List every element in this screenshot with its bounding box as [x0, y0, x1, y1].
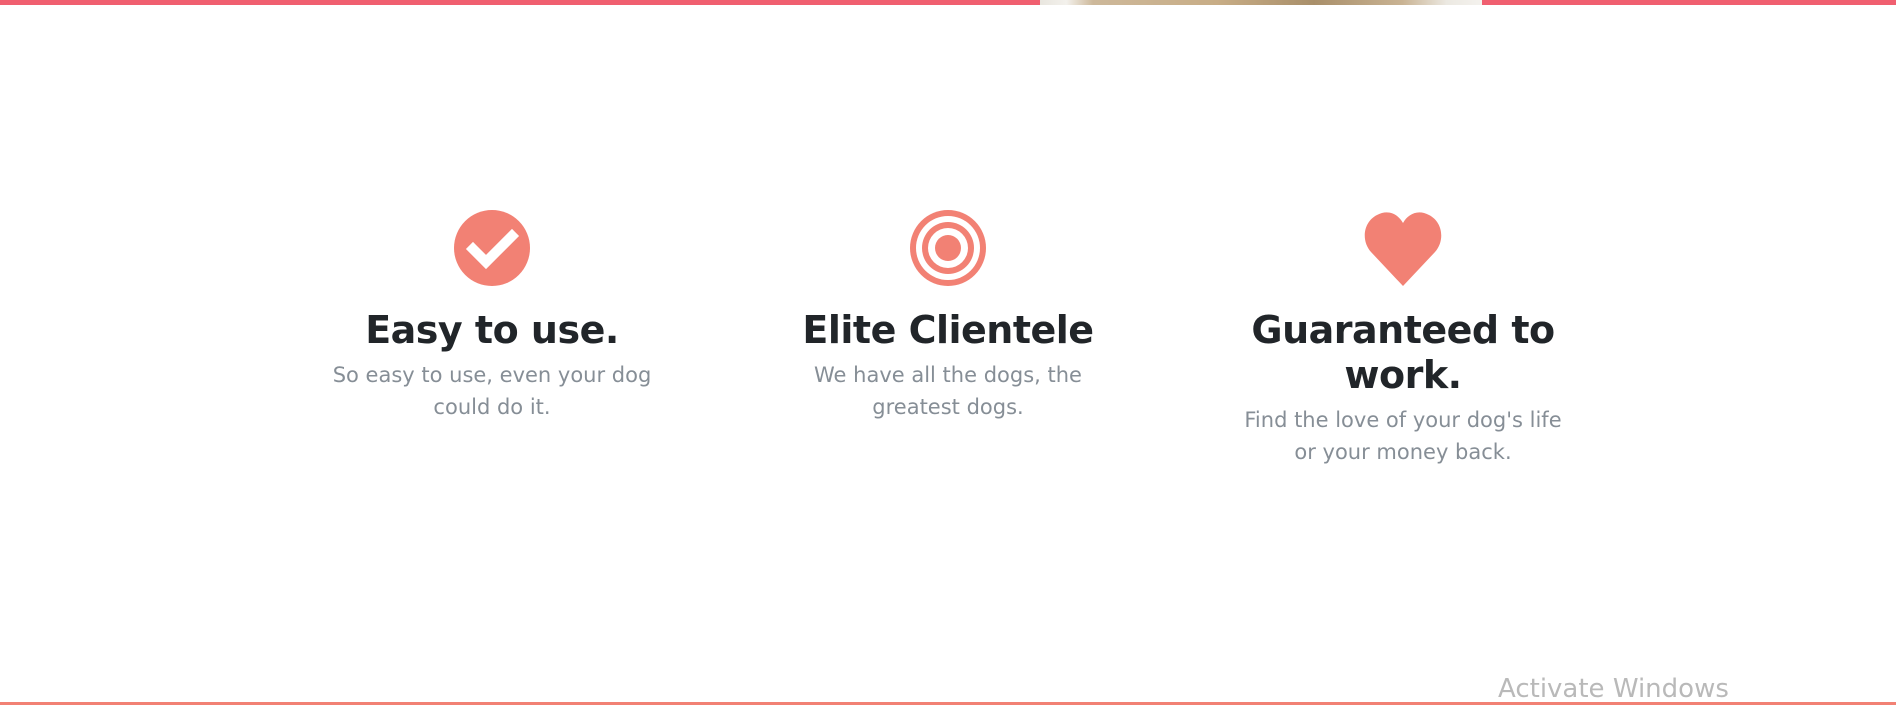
feature-description: So easy to use, even your dog could do i… [332, 363, 652, 419]
feature-elite-clientele: Elite Clientele We have all the dogs, th… [778, 208, 1118, 423]
feature-guaranteed-to-work: Guaranteed to work. Find the love of you… [1233, 208, 1573, 468]
top-accent-strip [0, 0, 1896, 5]
accent-bar-left [0, 0, 1040, 5]
hero-image-edge [1040, 0, 1482, 5]
activate-windows-watermark: Activate Windows [1498, 674, 1729, 704]
feature-title: Easy to use. [365, 308, 619, 352]
feature-easy-to-use: Easy to use. So easy to use, even your d… [322, 208, 662, 423]
feature-title: Elite Clientele [802, 308, 1094, 352]
feature-description: We have all the dogs, the greatest dogs. [814, 363, 1082, 419]
page: Easy to use. So easy to use, even your d… [0, 0, 1896, 705]
feature-description: Find the love of your dog's life or your… [1244, 408, 1562, 464]
accent-bar-right [1482, 0, 1896, 5]
target-icon [908, 208, 988, 288]
heart-icon [1363, 208, 1443, 288]
check-circle-icon [452, 208, 532, 288]
feature-title: Guaranteed to work. [1251, 308, 1555, 397]
